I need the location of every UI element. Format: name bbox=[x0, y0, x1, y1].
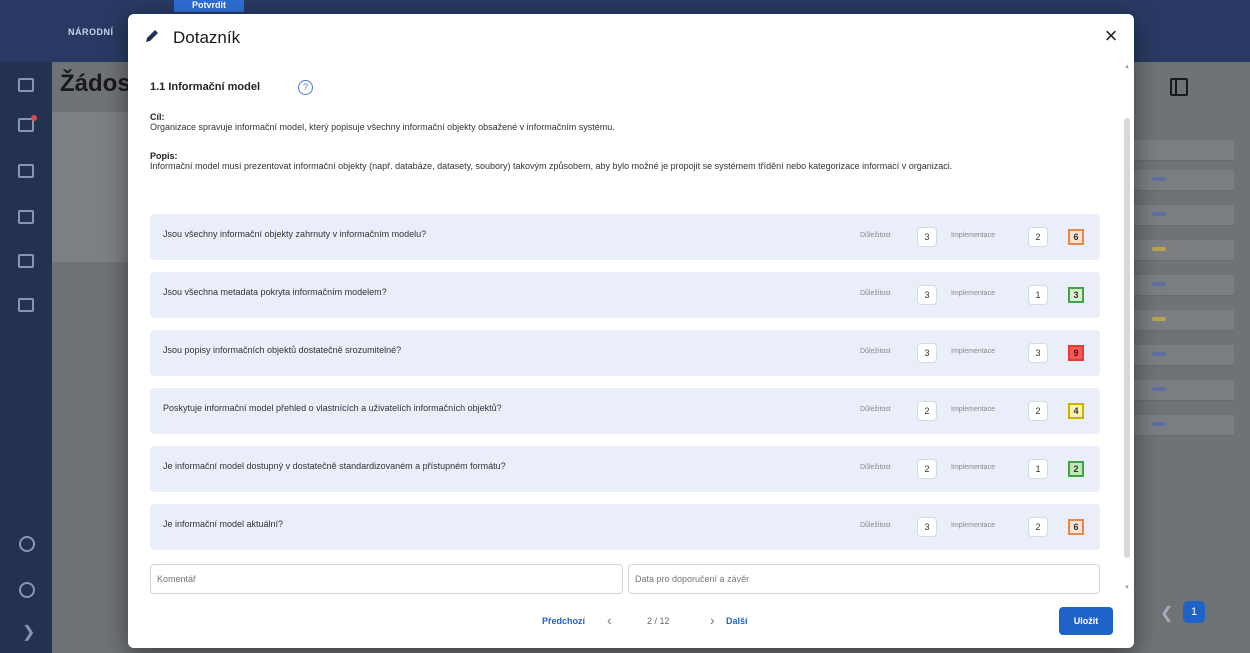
close-button[interactable]: × bbox=[1100, 25, 1122, 48]
dialog-title: Dotazník bbox=[173, 28, 241, 47]
org-icon[interactable] bbox=[18, 164, 34, 178]
description-text: Informační model musí prezentovat inform… bbox=[150, 161, 953, 171]
bg-table-row[interactable] bbox=[1134, 170, 1234, 191]
goal-label: Cíl: bbox=[150, 112, 165, 122]
help-circle-icon[interactable] bbox=[19, 536, 35, 552]
importance-label: Důležitost bbox=[860, 406, 891, 413]
page-indicator: 2 / 12 bbox=[647, 616, 670, 626]
bg-table-row[interactable] bbox=[1134, 415, 1234, 436]
chevron-right-icon[interactable]: › bbox=[710, 612, 715, 628]
settings-icon[interactable] bbox=[19, 582, 35, 598]
risk-score-badge: 6 bbox=[1068, 229, 1084, 245]
scroll-up-icon[interactable]: ▲ bbox=[1124, 64, 1130, 70]
importance-value[interactable]: 3 bbox=[917, 517, 937, 537]
importance-value[interactable]: 2 bbox=[917, 459, 937, 479]
question-text: Jsou popisy informačních objektů dostate… bbox=[163, 345, 402, 355]
help-icon[interactable]: ? bbox=[298, 80, 313, 95]
bg-table-row[interactable] bbox=[1134, 310, 1234, 331]
bg-table-row[interactable] bbox=[1134, 240, 1234, 261]
bg-table-row[interactable] bbox=[1134, 275, 1234, 296]
question-card: Jsou všechna metadata pokryta informační… bbox=[150, 272, 1100, 318]
risk-score-badge: 9 bbox=[1068, 345, 1084, 361]
implementation-value[interactable]: 2 bbox=[1028, 517, 1048, 537]
question-text: Je informační model aktuální? bbox=[163, 519, 284, 529]
implementation-value[interactable]: 2 bbox=[1028, 401, 1048, 421]
importance-value[interactable]: 3 bbox=[917, 343, 937, 363]
grid-icon[interactable] bbox=[18, 210, 34, 224]
next-link[interactable]: Další bbox=[726, 616, 748, 626]
description-label: Popis: bbox=[150, 151, 178, 161]
question-card: Jsou popisy informačních objektů dostate… bbox=[150, 330, 1100, 376]
question-card: Je informační model dostupný v dostatečn… bbox=[150, 446, 1100, 492]
goal-text: Organizace spravuje informační model, kt… bbox=[150, 122, 615, 132]
question-text: Poskytuje informační model přehled o vla… bbox=[163, 403, 502, 413]
dialog-footer: Předchozí ‹ 2 / 12 › Další Uložit bbox=[128, 606, 1134, 646]
risk-score-badge: 2 bbox=[1068, 461, 1084, 477]
implementation-label: Implementace bbox=[951, 232, 995, 239]
question-card: Poskytuje informační model přehled o vla… bbox=[150, 388, 1100, 434]
bg-table-row[interactable] bbox=[1134, 205, 1234, 226]
risk-score-badge: 6 bbox=[1068, 519, 1084, 535]
panel-toggle-icon[interactable] bbox=[1170, 78, 1188, 96]
question-text: Je informační model dostupný v dostatečn… bbox=[163, 461, 506, 471]
implementation-label: Implementace bbox=[951, 348, 995, 355]
bg-table-row[interactable] bbox=[1134, 380, 1234, 401]
bg-filter-panel bbox=[52, 112, 132, 262]
bg-table-row[interactable] bbox=[1134, 345, 1234, 366]
implementation-label: Implementace bbox=[951, 290, 995, 297]
bg-table-row[interactable] bbox=[1134, 140, 1234, 161]
importance-label: Důležitost bbox=[860, 348, 891, 355]
risk-score-badge: 4 bbox=[1068, 403, 1084, 419]
pencil-icon bbox=[146, 30, 158, 42]
question-card: Jsou všechny informační objekty zahrnuty… bbox=[150, 214, 1100, 260]
importance-label: Důležitost bbox=[860, 232, 891, 239]
calendar-icon[interactable] bbox=[18, 78, 34, 92]
importance-value[interactable]: 3 bbox=[917, 285, 937, 305]
importance-label: Důležitost bbox=[860, 290, 891, 297]
bg-nav-label[interactable]: NÁRODNÍ bbox=[68, 27, 114, 37]
bg-confirm-button[interactable]: Potvrdit bbox=[174, 0, 244, 12]
dialog-header: Dotazník × bbox=[128, 14, 1134, 62]
dialog-scrollbar[interactable] bbox=[1124, 118, 1130, 558]
implementation-label: Implementace bbox=[951, 522, 995, 529]
implementation-value[interactable]: 1 bbox=[1028, 285, 1048, 305]
importance-label: Důležitost bbox=[860, 464, 891, 471]
chart-icon[interactable] bbox=[18, 298, 34, 312]
bg-page-title: Žádos bbox=[60, 70, 131, 97]
question-text: Jsou všechny informační objekty zahrnuty… bbox=[163, 229, 427, 239]
bg-sidebar: ❯ bbox=[0, 62, 52, 653]
previous-link[interactable]: Předchozí bbox=[542, 616, 585, 626]
bg-pager-prev-icon[interactable]: ❮ bbox=[1160, 603, 1173, 623]
question-card: Je informační model aktuální? Důležitost 3… bbox=[150, 504, 1100, 550]
save-button[interactable]: Uložit bbox=[1059, 607, 1113, 635]
dialog-content[interactable]: 1.1 Informační model ? Cíl: Organizace s… bbox=[128, 62, 1122, 562]
implementation-value[interactable]: 3 bbox=[1028, 343, 1048, 363]
implementation-label: Implementace bbox=[951, 464, 995, 471]
implementation-value[interactable]: 1 bbox=[1028, 459, 1048, 479]
implementation-label: Implementace bbox=[951, 406, 995, 413]
expand-chevron-icon[interactable]: ❯ bbox=[22, 622, 35, 642]
document-icon[interactable] bbox=[18, 254, 34, 268]
scroll-down-icon[interactable]: ▼ bbox=[1124, 585, 1130, 591]
bg-pager-current[interactable]: 1 bbox=[1183, 601, 1205, 623]
questionnaire-dialog: Dotazník × 1.1 Informační model ? Cíl: O… bbox=[128, 14, 1134, 648]
risk-score-badge: 3 bbox=[1068, 287, 1084, 303]
importance-label: Důležitost bbox=[860, 522, 891, 529]
section-title: 1.1 Informační model bbox=[150, 81, 261, 93]
chevron-left-icon[interactable]: ‹ bbox=[607, 612, 612, 628]
requests-icon[interactable] bbox=[18, 115, 37, 132]
importance-value[interactable]: 3 bbox=[917, 227, 937, 247]
recommendation-input[interactable] bbox=[628, 564, 1100, 594]
implementation-value[interactable]: 2 bbox=[1028, 227, 1048, 247]
importance-value[interactable]: 2 bbox=[917, 401, 937, 421]
question-text: Jsou všechna metadata pokryta informační… bbox=[163, 287, 387, 297]
comment-input[interactable] bbox=[150, 564, 623, 594]
